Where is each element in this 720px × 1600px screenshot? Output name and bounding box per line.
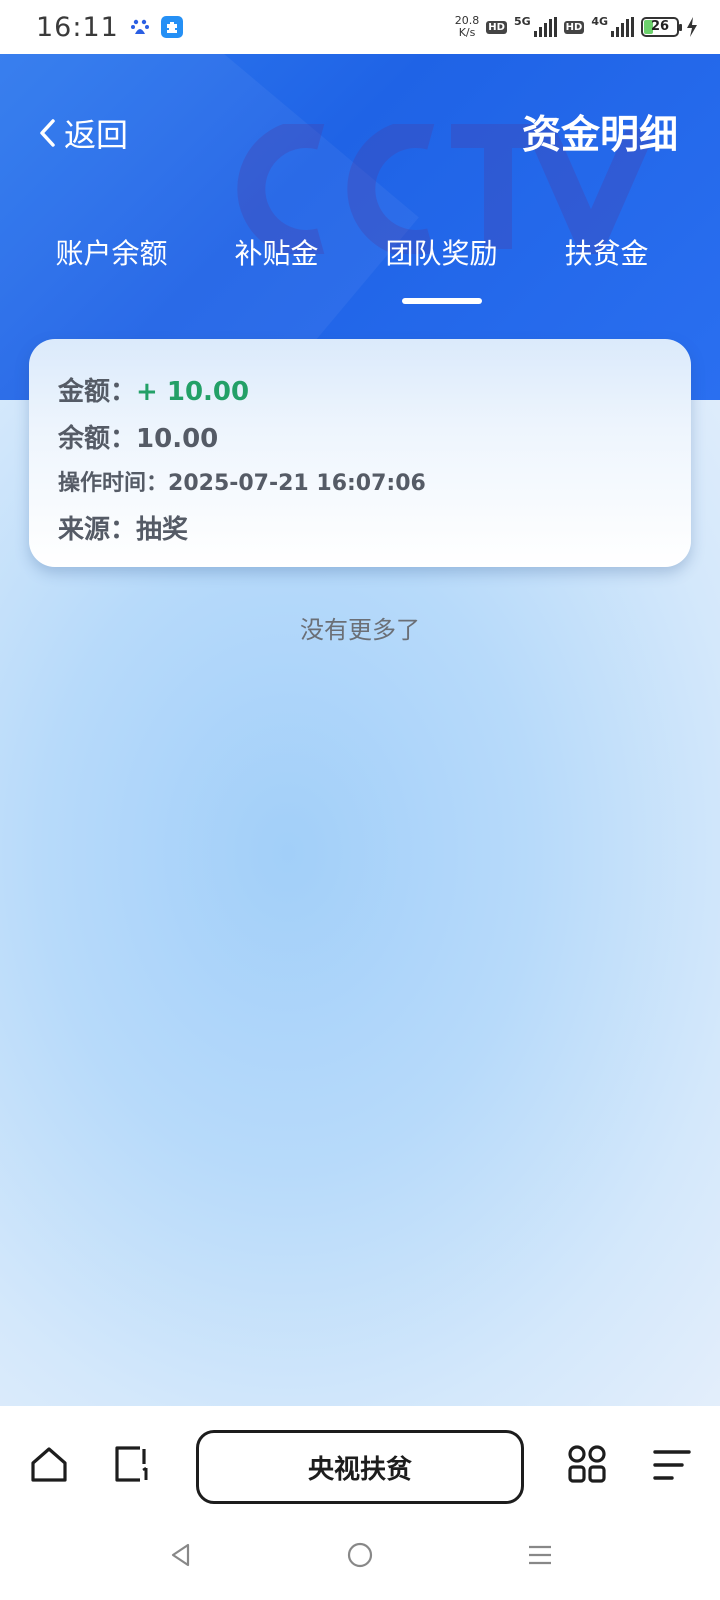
hd-badge-sim1: HD: [486, 20, 507, 34]
tab-label: 扶贫金: [564, 237, 649, 270]
tab-label: 团队奖励: [385, 237, 498, 270]
source-label: 来源：: [58, 515, 137, 545]
time-value: 2025-07-21 16:07:06: [168, 471, 426, 496]
amount-value: + 10.00: [136, 377, 250, 407]
balance-label: 余额：: [58, 424, 137, 454]
network-speed: 20.8 K/s: [455, 15, 480, 39]
tab-team-reward[interactable]: 团队奖励: [359, 232, 524, 304]
nav-recents-icon[interactable]: [525, 1540, 555, 1570]
center-tab-button[interactable]: 央视扶贫: [196, 1430, 524, 1504]
hd-badge-sim2: HD: [563, 20, 585, 34]
tab-account-balance[interactable]: 账户余额: [29, 232, 194, 296]
amount-row: 金额： + 10.00: [58, 371, 662, 408]
menu-icon[interactable]: [652, 1446, 692, 1486]
fund-record-card[interactable]: 金额： + 10.00 余额： 10.00 操作时间： 2025-07-21 1…: [29, 339, 691, 567]
status-indicators: 20.8 K/s HD 5G HD 4G 26: [455, 15, 698, 39]
active-tab-indicator: [401, 298, 482, 304]
balance-value: 10.00: [136, 424, 219, 454]
browser-toolbar: 央视扶贫: [0, 1406, 720, 1522]
baidu-icon: [129, 16, 151, 38]
nav-back-icon[interactable]: [166, 1540, 196, 1570]
tab-poverty-fund[interactable]: 扶贫金: [524, 232, 689, 296]
back-button[interactable]: 返回: [36, 110, 128, 156]
balance-row: 余额： 10.00: [58, 418, 662, 455]
home-icon[interactable]: [29, 1444, 69, 1484]
network-type-sim2: 4G: [591, 14, 608, 28]
battery-icon: 26: [641, 17, 682, 37]
puzzle-app-icon: [160, 16, 183, 38]
source-value: 抽奖: [136, 515, 189, 545]
tab-label: 补贴金: [234, 237, 319, 270]
time-label: 操作时间：: [58, 471, 169, 496]
source-row: 来源： 抽奖: [58, 509, 662, 546]
tab-label: 账户余额: [55, 237, 168, 270]
status-time: 16:11: [36, 11, 119, 43]
tabs-icon[interactable]: [113, 1444, 153, 1484]
time-row: 操作时间： 2025-07-21 16:07:06: [58, 465, 662, 497]
amount-label: 金额：: [58, 377, 137, 407]
tab-subsidy[interactable]: 补贴金: [194, 232, 359, 296]
tab-bar: 账户余额 补贴金 团队奖励 扶贫金: [0, 232, 720, 304]
network-type-sim1: 5G: [513, 14, 531, 28]
signal-icon-sim1: [533, 17, 557, 37]
signal-icon-sim2: [611, 17, 634, 37]
network-speed-unit: K/s: [458, 26, 476, 39]
list-end-text: 没有更多了: [300, 616, 420, 644]
battery-level: 26: [650, 19, 670, 34]
status-bar: 16:11 20.8 K/s HD 5G HD 4G 26: [0, 0, 720, 54]
system-nav-bar: [0, 1522, 720, 1600]
chevron-left-icon: [40, 119, 55, 147]
grid-apps-icon[interactable]: [567, 1444, 607, 1484]
page-title: 资金明细: [521, 113, 678, 158]
charging-icon: [687, 17, 697, 37]
back-label: 返回: [64, 116, 129, 154]
nav-home-icon[interactable]: [345, 1540, 375, 1570]
